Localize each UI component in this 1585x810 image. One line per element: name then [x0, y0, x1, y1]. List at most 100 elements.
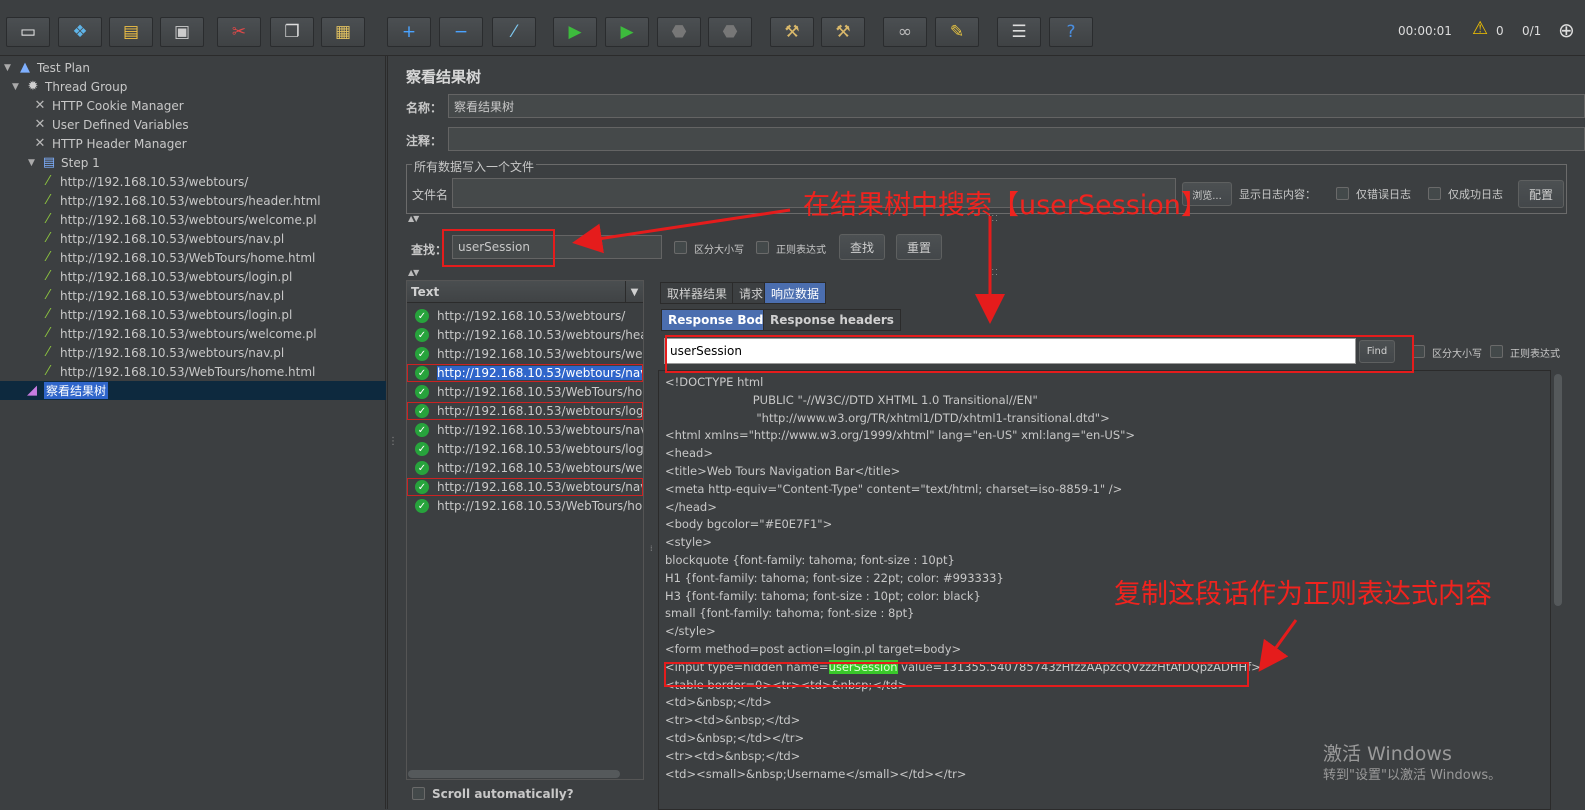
expand-toggle-icon[interactable]: ▼ [12, 82, 22, 92]
shutdown-button[interactable]: ⬣ [708, 17, 752, 47]
result-row-label: http://192.168.10.53/webtours/welcome.pl [437, 461, 643, 475]
result-row[interactable]: ✓ http://192.168.10.53/webtours/ [407, 307, 643, 325]
result-row[interactable]: ✓ http://192.168.10.53/webtours/welcome.p… [407, 459, 643, 477]
result-row-label: http://192.168.10.53/WebTours/home.html [437, 499, 643, 513]
expand-toggle-icon[interactable]: ▼ [28, 158, 38, 168]
find-button[interactable]: 查找 [839, 234, 885, 260]
result-row[interactable]: ✓ http://192.168.10.53/webtours/welcome.p… [407, 345, 643, 363]
start-button[interactable]: ▶ [553, 17, 597, 47]
tree-item-label: http://192.168.10.53/webtours/welcome.pl [60, 212, 317, 227]
tree-item[interactable]: ✕ HTTP Cookie Manager [32, 96, 184, 115]
tree-item[interactable]: ⁄ http://192.168.10.53/webtours/login.pl [40, 305, 292, 324]
code-line: <td>&nbsp;</td> [665, 695, 772, 710]
result-row[interactable]: ✓ http://192.168.10.53/WebTours/home.html [407, 383, 643, 401]
templates-button[interactable]: ❖ [58, 17, 102, 47]
open-folder-icon: ▤ [122, 21, 140, 42]
comment-field[interactable] [448, 127, 1585, 151]
collapse-button[interactable]: − [439, 17, 483, 47]
clear-all-button[interactable]: ⚒ [821, 17, 865, 47]
results-column-header[interactable]: Text ▼ [407, 281, 643, 303]
code-line: small {font-family: tahoma; font-size : … [665, 606, 915, 621]
toggle-button[interactable]: ⁄ [492, 17, 536, 47]
success-only-checkbox[interactable] [1428, 187, 1441, 200]
tree-item[interactable]: ⁄ http://192.168.10.53/webtours/nav.pl [40, 286, 284, 305]
success-shield-icon: ✓ [415, 328, 429, 342]
vertical-grip-icon[interactable]: ⁞ [650, 544, 654, 553]
expand-button[interactable]: + [387, 17, 431, 47]
split-pane-divider[interactable]: ⋮ [387, 56, 398, 809]
tree-item-label: http://192.168.10.53/webtours/login.pl [60, 269, 293, 284]
tab-response-data[interactable]: 响应数据 [764, 282, 827, 304]
tree-item[interactable]: ⁄ http://192.168.10.53/webtours/nav.pl [40, 229, 284, 248]
collapse-arrows-icon[interactable]: ▲▼ [408, 268, 419, 277]
code-line: <tr><td>&nbsp;</td> [665, 748, 801, 763]
configure-button[interactable]: 配置 [1518, 180, 1564, 208]
help-button[interactable]: ? [1049, 17, 1093, 47]
result-row[interactable]: ✓ http://192.168.10.53/webtours/nav.pl [407, 364, 643, 382]
response-search-highlight-box [665, 335, 1414, 373]
tree-item[interactable]: ⁄ http://192.168.10.53/webtours/ [40, 172, 248, 191]
stop-button[interactable]: ⬣ [657, 17, 701, 47]
tree-item[interactable]: ⁄ http://192.168.10.53/webtours/welcome.p… [40, 324, 317, 343]
tree-item[interactable]: ▼ ▲ Test Plan [4, 58, 90, 77]
tree-item[interactable]: ⁄ http://192.168.10.53/webtours/header.ht… [40, 191, 321, 210]
expand-toggle-icon[interactable]: ▼ [4, 63, 14, 73]
response-vertical-scrollbar[interactable] [1554, 374, 1562, 606]
activation-watermark-subtitle: 转到"设置"以激活 Windows。 [1323, 768, 1502, 783]
tree-item[interactable]: ▼ ▤ Step 1 [28, 153, 100, 172]
clear-button[interactable]: ⚒ [770, 17, 814, 47]
reset-search-button[interactable]: ✎ [935, 17, 979, 47]
tree-item[interactable]: ✕ User Defined Variables [32, 115, 189, 134]
tree-item[interactable]: ⁄ http://192.168.10.53/WebTours/home.html [40, 248, 316, 267]
result-row[interactable]: ✓ http://192.168.10.53/webtours/login.pl [407, 440, 643, 458]
results-horizontal-scrollbar[interactable] [408, 770, 620, 778]
tree-item[interactable]: ⁄ http://192.168.10.53/webtours/login.pl [40, 267, 292, 286]
code-line: <td>&nbsp;</td></tr> [665, 731, 805, 745]
name-field[interactable]: 察看结果树 [448, 94, 1585, 118]
cut-button[interactable]: ✂ [217, 17, 261, 47]
collapse-arrows-icon[interactable]: ▲▼ [408, 214, 419, 223]
result-row-label: http://192.168.10.53/webtours/ [437, 309, 626, 323]
reset-button[interactable]: 重置 [896, 234, 942, 260]
tree-item-label: Thread Group [45, 79, 128, 94]
result-row[interactable]: ✓ http://192.168.10.53/WebTours/home.html [407, 497, 643, 515]
tree-item[interactable]: ⁄ http://192.168.10.53/WebTours/home.html [40, 362, 316, 381]
new-button[interactable]: ▭ [6, 17, 50, 47]
code-line: </style> [665, 624, 716, 639]
renderer-dropdown-icon[interactable]: ▼ [625, 281, 643, 303]
response-regex-checkbox[interactable] [1490, 345, 1503, 358]
copy-button[interactable]: ❐ [270, 17, 314, 47]
save-button[interactable]: ▣ [160, 17, 204, 47]
result-row[interactable]: ✓ http://192.168.10.53/webtours/header.ht… [407, 326, 643, 344]
http-sampler-icon: ⁄ [46, 193, 50, 208]
tree-item[interactable]: ▼ ✹ Thread Group [12, 77, 127, 96]
start-no-pauses-button[interactable]: ▶ [605, 17, 649, 47]
paste-button[interactable]: ▦ [321, 17, 365, 47]
success-shield-icon: ✓ [415, 366, 429, 380]
tab-sampler-result[interactable]: 取样器结果 [660, 282, 735, 304]
tab-response-body[interactable]: Response Body [661, 309, 779, 331]
result-row[interactable]: ✓ http://192.168.10.53/webtours/nav.pl [407, 478, 643, 496]
grip-icon[interactable]: ⁚⁚⁚ [988, 268, 999, 277]
result-row[interactable]: ✓ http://192.168.10.53/webtours/login.pl [407, 402, 643, 420]
open-button[interactable]: ▤ [109, 17, 153, 47]
new-file-icon: ▭ [19, 21, 37, 42]
scroll-auto-checkbox[interactable] [412, 787, 425, 800]
tree-item[interactable]: ⁄ http://192.168.10.53/webtours/nav.pl [40, 343, 284, 362]
tab-response-headers[interactable]: Response headers [763, 309, 901, 331]
function-helper-button[interactable]: ☰ [997, 17, 1041, 47]
tree-item[interactable]: ✕ HTTP Header Manager [32, 134, 187, 153]
case-sensitive-checkbox[interactable] [674, 241, 687, 254]
code-line: <head> [665, 446, 713, 461]
search-button[interactable]: ∞ [883, 17, 927, 47]
regex-checkbox[interactable] [756, 241, 769, 254]
http-sampler-icon: ⁄ [46, 307, 50, 322]
tree-item[interactable]: ◢ 察看结果树 [0, 381, 386, 400]
tree-item-label: 察看结果树 [44, 382, 109, 399]
result-row[interactable]: ✓ http://192.168.10.53/webtours/nav.pl [407, 421, 643, 439]
errors-only-checkbox[interactable] [1336, 187, 1349, 200]
tree-item[interactable]: ⁄ http://192.168.10.53/webtours/welcome.p… [40, 210, 317, 229]
success-shield-icon: ✓ [415, 461, 429, 475]
thread-count: 0/1 [1522, 24, 1542, 38]
result-row-label: http://192.168.10.53/webtours/welcome.pl [437, 347, 643, 361]
